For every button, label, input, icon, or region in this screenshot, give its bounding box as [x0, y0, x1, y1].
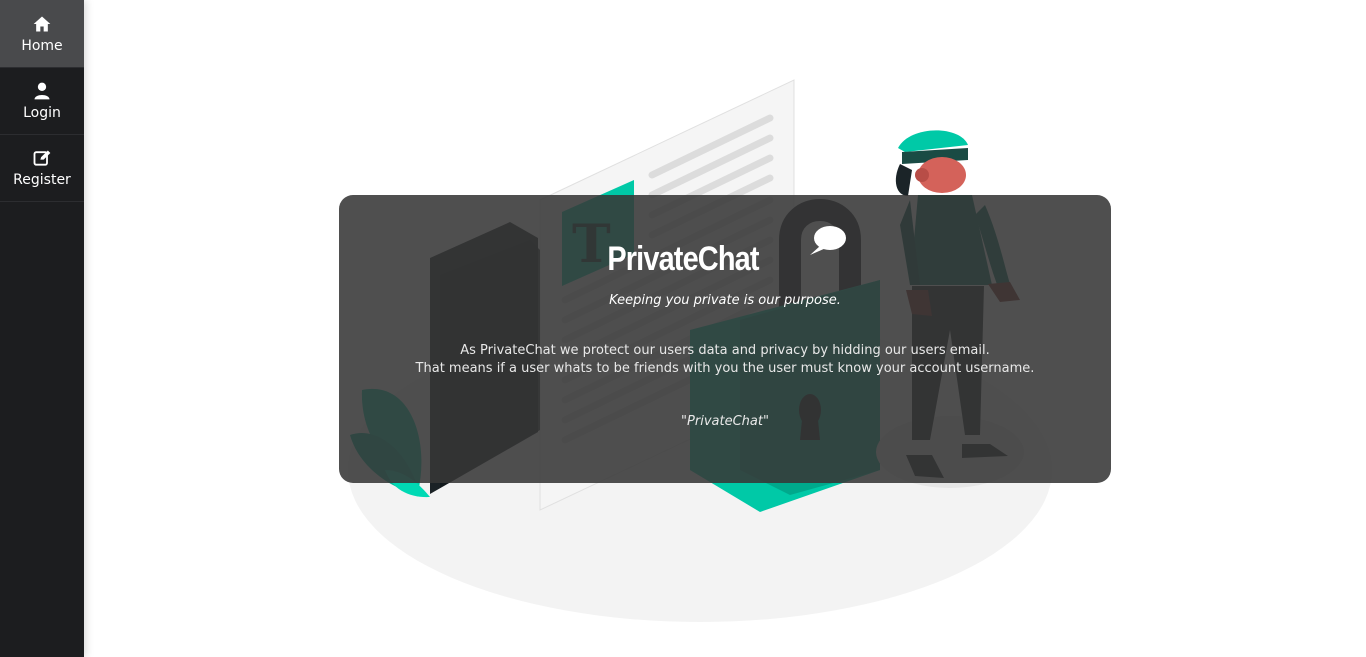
hero-description: As PrivateChat we protect our users data…	[339, 342, 1111, 378]
hero-description-line1: As PrivateChat we protect our users data…	[460, 343, 990, 358]
hero-quote: "PrivateChat"	[681, 414, 769, 429]
hero-tagline: Keeping you private is our purpose.	[609, 293, 841, 308]
edit-icon	[33, 150, 51, 166]
sidebar-item-login[interactable]: Login	[0, 68, 84, 135]
sidebar-item-label: Home	[21, 37, 63, 54]
sidebar-item-label: Register	[13, 172, 71, 188]
home-icon	[33, 16, 51, 31]
speech-bubble-icon	[810, 226, 846, 255]
hero-description-line2: That means if a user whats to be friends…	[415, 361, 1035, 376]
hero-card: Keeping you private is our purpose. As P…	[339, 195, 1111, 483]
user-icon	[34, 82, 50, 100]
brand-logo: PrivateChat	[0, 240, 1366, 279]
sidebar-item-register[interactable]: Register	[0, 135, 84, 202]
sidebar-nav: Home Login Register	[0, 0, 84, 657]
brand-title: PrivateChat	[607, 240, 759, 278]
sidebar-item-label: Login	[23, 105, 61, 121]
sidebar-item-home[interactable]: Home	[0, 0, 84, 68]
